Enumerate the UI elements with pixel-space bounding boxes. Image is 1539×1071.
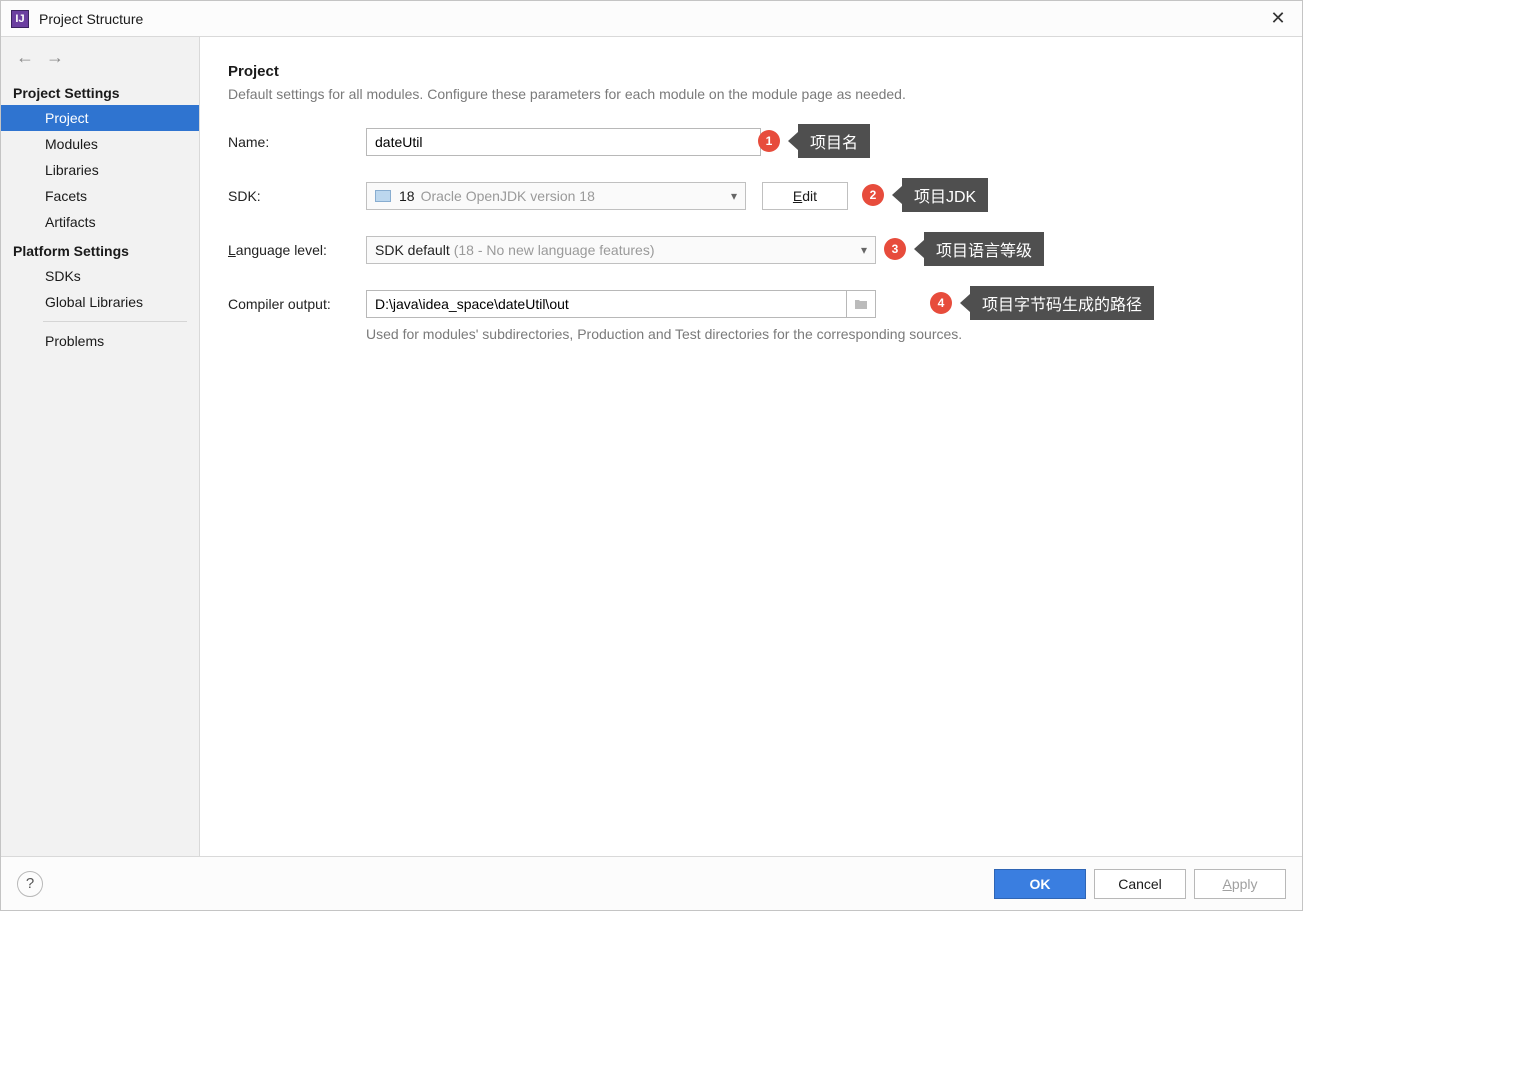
language-level-detail: (18 - No new language features) (454, 242, 655, 258)
section-description: Default settings for all modules. Config… (228, 86, 1274, 102)
annotation-badge-2: 2 (862, 184, 884, 206)
sidebar-item-artifacts[interactable]: Artifacts (1, 209, 199, 235)
window-title: Project Structure (39, 11, 143, 27)
project-structure-dialog: IJ Project Structure ✕ ← → Project Setti… (0, 0, 1303, 911)
folder-icon (375, 190, 391, 202)
annotation-badge-3: 3 (884, 238, 906, 260)
cancel-button[interactable]: Cancel (1094, 869, 1186, 899)
annotation-text-4: 项目字节码生成的路径 (970, 286, 1154, 320)
compiler-output-input[interactable] (366, 290, 846, 318)
sidebar-item-project[interactable]: Project (1, 105, 199, 131)
sidebar-item-modules[interactable]: Modules (1, 131, 199, 157)
row-language-level: Language level: SDK default (18 - No new… (228, 236, 1274, 264)
language-level-value: SDK default (375, 242, 450, 258)
browse-folder-icon[interactable] (846, 290, 876, 318)
annotation-badge-4: 4 (930, 292, 952, 314)
sidebar-item-global-libraries[interactable]: Global Libraries (1, 289, 199, 315)
sidebar-item-libraries[interactable]: Libraries (1, 157, 199, 183)
annotation-badge-1: 1 (758, 130, 780, 152)
annotation-text-1: 项目名 (798, 124, 870, 158)
sidebar-item-sdks[interactable]: SDKs (1, 263, 199, 289)
sidebar-divider (43, 321, 187, 322)
row-name: Name: 1 项目名 (228, 128, 1274, 156)
ok-button[interactable]: OK (994, 869, 1086, 899)
label-name: Name: (228, 134, 366, 150)
sidebar-item-problems[interactable]: Problems (1, 328, 199, 354)
dialog-footer: ? OK Cancel Apply (1, 856, 1302, 910)
annotation-text-2: 项目JDK (902, 178, 988, 212)
row-sdk: SDK: 18 Oracle OpenJDK version 18 ▾ Edit… (228, 182, 1274, 210)
sdk-description: Oracle OpenJDK version 18 (421, 188, 595, 204)
close-icon[interactable]: ✕ (1264, 5, 1292, 33)
nav-forward-icon[interactable]: → (45, 47, 65, 67)
sidebar-section-project-settings: Project Settings (1, 77, 199, 105)
label-compiler-output: Compiler output: (228, 296, 366, 312)
annotation-text-3: 项目语言等级 (924, 232, 1044, 266)
label-language-level: Language level: (228, 242, 366, 258)
chevron-down-icon: ▾ (731, 189, 737, 203)
apply-button[interactable]: Apply (1194, 869, 1286, 899)
compiler-output-helper: Used for modules' subdirectories, Produc… (366, 326, 1274, 342)
sdk-version: 18 (399, 188, 415, 204)
sidebar-section-platform-settings: Platform Settings (1, 235, 199, 263)
sidebar-item-facets[interactable]: Facets (1, 183, 199, 209)
sidebar: ← → Project Settings Project Modules Lib… (1, 37, 200, 856)
row-compiler-output: Compiler output: 4 项目字节码生成的路径 (228, 290, 1274, 318)
chevron-down-icon: ▾ (861, 243, 867, 257)
content-pane: Project Default settings for all modules… (200, 37, 1302, 856)
language-level-dropdown[interactable]: SDK default (18 - No new language featur… (366, 236, 876, 264)
edit-sdk-button[interactable]: Edit (762, 182, 848, 210)
titlebar: IJ Project Structure ✕ (1, 1, 1302, 37)
section-title: Project (228, 63, 1274, 80)
intellij-icon: IJ (11, 10, 29, 28)
nav-back-icon[interactable]: ← (15, 47, 35, 67)
name-input[interactable] (366, 128, 761, 156)
help-icon[interactable]: ? (17, 871, 43, 897)
label-sdk: SDK: (228, 188, 366, 204)
sdk-dropdown[interactable]: 18 Oracle OpenJDK version 18 ▾ (366, 182, 746, 210)
